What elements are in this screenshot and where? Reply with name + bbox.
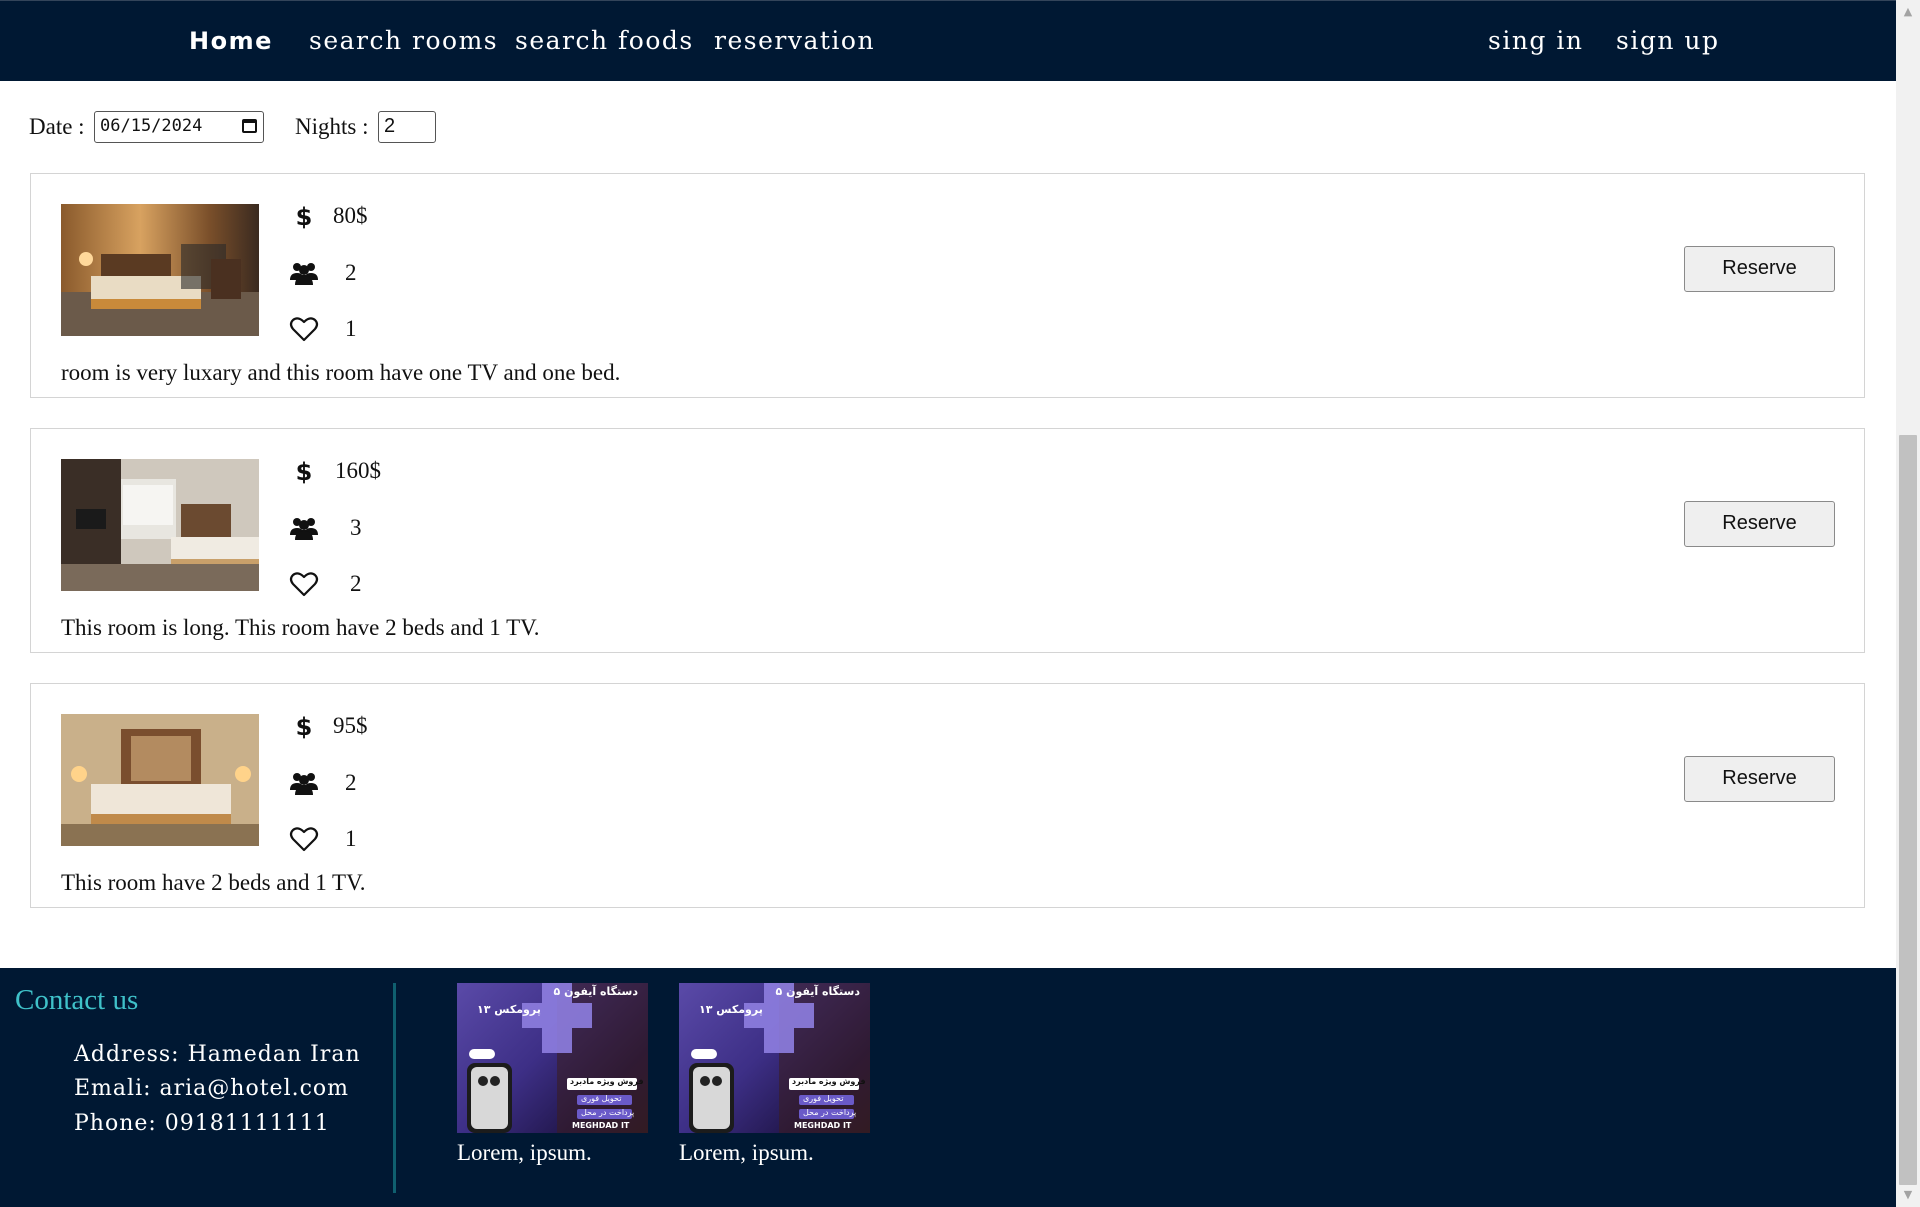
dollar-icon: $ [296,203,313,231]
heart-icon[interactable] [289,569,319,599]
ad-text-line: ۱۳ پرومکس [699,1003,763,1016]
room-price: 160$ [335,458,381,483]
nav-home-link[interactable]: Home [189,23,273,59]
ad-caption: Lorem, ipsum. [457,1140,592,1165]
ad-text-line: فروش ویژه مادبرد [570,1077,644,1086]
room-price: 95$ [333,713,368,738]
scroll-down-arrow-icon[interactable]: ▼ [1896,1185,1920,1205]
top-navbar: Home search rooms search foods reservati… [0,0,1896,81]
room-description: This room have 2 beds and 1 TV. [61,870,366,895]
footer: Contact us Address: Hamedan Iran Emali: … [0,968,1896,1207]
ad-text-line: ۵ دستگاه آیفون [553,985,638,998]
reserve-button[interactable]: Reserve [1684,501,1835,547]
room-likes: 1 [345,316,357,341]
room-photo [61,204,259,336]
nights-label: Nights : [295,114,369,139]
svg-text:$: $ [296,713,313,741]
dollar-icon: $ [296,458,313,486]
heart-icon[interactable] [289,314,319,344]
heart-icon[interactable] [289,824,319,854]
contact-phone: Phone: 09181111111 [74,1111,330,1136]
ad-banner[interactable]: ۵ دستگاه آیفون ۱۳ پرومکس فروش ویژه مادبر… [679,983,870,1165]
room-description: room is very luxary and this room have o… [61,360,621,385]
nav-sign-in-link[interactable]: sing in [1488,23,1583,59]
room-capacity: 3 [350,515,362,540]
vertical-scrollbar[interactable]: ▲ ▼ [1896,0,1920,1207]
nights-input[interactable]: 2 [378,111,436,143]
ad-text-line: ۵ دستگاه آیفون [775,985,860,998]
room-photo [61,459,259,591]
nav-search-foods-link[interactable]: search foods [515,23,694,59]
calendar-icon[interactable] [242,119,257,133]
nav-reservation-link[interactable]: reservation [714,23,875,59]
ad-caption: Lorem, ipsum. [679,1140,814,1165]
room-likes: 2 [350,571,362,596]
svg-text:$: $ [296,458,313,486]
room-price: 80$ [333,203,368,228]
page: Home search rooms search foods reservati… [0,0,1920,1207]
room-card: $ 95$ 2 1 This room have 2 beds and 1 TV… [30,683,1865,908]
room-capacity: 2 [345,260,357,285]
date-label: Date : [29,114,85,139]
room-capacity: 2 [345,770,357,795]
date-input[interactable]: 06/15/2024 [94,111,264,143]
ad-text-line: تحویل فوری [803,1094,844,1103]
room-card: $ 160$ 3 2 This room is long. This room … [30,428,1865,653]
ad-banner[interactable]: ۵ دستگاه آیفون ۱۳ پرومکس فروش ویژه مادبر… [457,983,648,1165]
svg-text:$: $ [296,203,313,231]
ad-text-line: فروش ویژه مادبرد [792,1077,866,1086]
nav-search-rooms-link[interactable]: search rooms [309,23,498,59]
ad-text-line: ۱۳ پرومکس [477,1003,541,1016]
reserve-button[interactable]: Reserve [1684,756,1835,802]
scroll-up-arrow-icon[interactable]: ▲ [1896,2,1920,22]
footer-divider [393,983,396,1193]
ad-image[interactable]: ۵ دستگاه آیفون ۱۳ پرومکس فروش ویژه مادبر… [457,983,648,1133]
date-value: 06/15/2024 [100,116,203,136]
scroll-thumb[interactable] [1899,435,1917,1185]
ad-brand: MEGHDAD IT [794,1121,852,1130]
ad-text-line: پرداخت در محل [581,1108,635,1117]
nav-sign-up-link[interactable]: sign up [1616,23,1719,59]
users-icon [290,518,318,540]
ad-brand: MEGHDAD IT [572,1121,630,1130]
room-description: This room is long. This room have 2 beds… [61,615,540,640]
contact-address: Address: Hamedan Iran [74,1042,361,1067]
dollar-icon: $ [296,713,313,741]
ad-text-line: تحویل فوری [581,1094,622,1103]
contact-title: Contact us [15,984,139,1016]
users-icon [290,773,318,795]
ad-image[interactable]: ۵ دستگاه آیفون ۱۳ پرومکس فروش ویژه مادبر… [679,983,870,1133]
room-photo [61,714,259,846]
room-likes: 1 [345,826,357,851]
ad-text-line: پرداخت در محل [803,1108,857,1117]
reserve-button[interactable]: Reserve [1684,246,1835,292]
users-icon [290,263,318,285]
room-card: $ 80$ 2 1 room is very luxary and this r… [30,173,1865,398]
contact-email: Emali: aria@hotel.com [74,1076,350,1101]
